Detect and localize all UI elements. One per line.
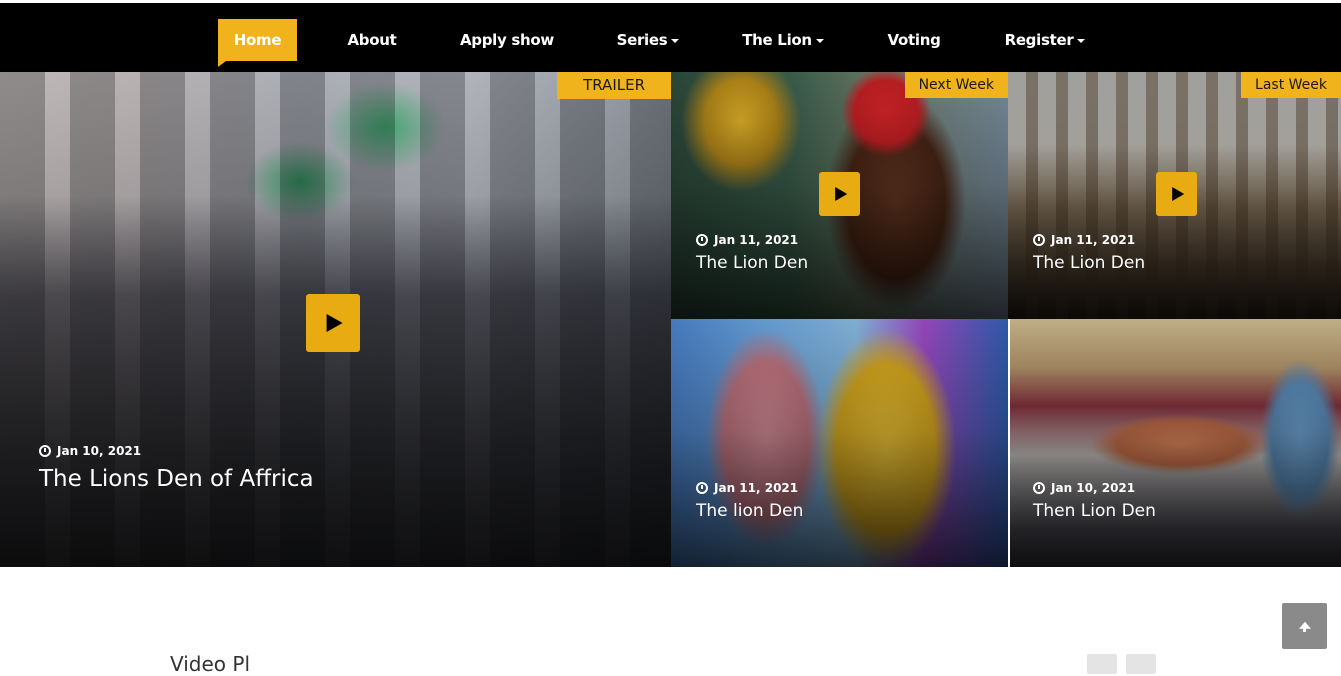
caret-down-icon	[815, 38, 824, 43]
post-date-text-3: Jan 11, 2021	[714, 481, 799, 495]
post-date-4: Jan 10, 2021	[1033, 481, 1156, 495]
featured-date: Jan 10, 2021	[39, 444, 314, 458]
post-date-2: Jan 11, 2021	[1033, 233, 1145, 247]
nav-voting[interactable]: Voting	[882, 19, 946, 61]
nav-voting-label: Voting	[887, 31, 941, 49]
featured-meta: Jan 10, 2021 The Lions Den of Affrica	[39, 444, 314, 492]
post-overlay-4	[1010, 319, 1341, 567]
nav-the-lion-label: The Lion	[742, 31, 812, 49]
slider-prev-button[interactable]	[1087, 654, 1117, 674]
nav-register-label: Register	[1004, 31, 1074, 49]
nav-about[interactable]: About	[340, 19, 404, 61]
post-card-1[interactable]: Next Week Jan 11, 2021 The Lion Den	[671, 72, 1008, 319]
scroll-to-top-button[interactable]	[1282, 603, 1327, 649]
nav-the-lion[interactable]: The Lion	[739, 19, 827, 61]
play-icon	[834, 187, 847, 201]
caret-down-icon	[1077, 38, 1086, 43]
post-meta-3: Jan 11, 2021 The lion Den	[696, 481, 803, 521]
post-card-3[interactable]: Jan 11, 2021 The lion Den	[671, 319, 1008, 567]
post-date-3: Jan 11, 2021	[696, 481, 803, 495]
nav-register[interactable]: Register	[1000, 19, 1090, 61]
trailer-badge: TRAILER	[557, 72, 671, 99]
post-card-2[interactable]: Last Week Jan 11, 2021 The Lion Den	[1008, 72, 1341, 319]
nav-series[interactable]: Series	[612, 19, 684, 61]
post-title-2[interactable]: The Lion Den	[1033, 253, 1145, 273]
post-meta-2: Jan 11, 2021 The Lion Den	[1033, 233, 1145, 273]
post-play-button-2[interactable]	[1156, 172, 1197, 216]
nav-about-label: About	[347, 31, 397, 49]
clock-icon	[696, 482, 708, 494]
post-card-4[interactable]: Jan 10, 2021 Then Lion Den	[1010, 319, 1341, 567]
nav-series-label: Series	[616, 31, 668, 49]
next-week-badge: Next Week	[904, 72, 1008, 98]
post-date-1: Jan 11, 2021	[696, 233, 808, 247]
arrow-up-stem	[1303, 627, 1306, 632]
last-week-badge: Last Week	[1241, 72, 1341, 98]
main-navbar: Home About Apply show Series The Lion Vo…	[0, 3, 1341, 72]
caret-down-icon	[671, 38, 680, 43]
post-date-text-4: Jan 10, 2021	[1051, 481, 1136, 495]
nav-apply-show-label: Apply show	[460, 31, 554, 49]
video-playlist-heading: Video Pl	[170, 652, 251, 676]
post-title-3[interactable]: The lion Den	[696, 501, 803, 521]
post-date-text-1: Jan 11, 2021	[714, 233, 799, 247]
post-play-button-1[interactable]	[819, 172, 860, 216]
nav-home-label: Home	[233, 31, 282, 49]
post-overlay-3	[671, 319, 1008, 567]
clock-icon	[1033, 482, 1045, 494]
clock-icon	[696, 234, 708, 246]
featured-post[interactable]: TRAILER Jan 10, 2021 The Lions Den of Af…	[0, 72, 671, 567]
featured-play-button[interactable]	[306, 294, 360, 352]
nav-home[interactable]: Home	[218, 19, 297, 67]
post-meta-1: Jan 11, 2021 The Lion Den	[696, 233, 808, 273]
post-meta-4: Jan 10, 2021 Then Lion Den	[1033, 481, 1156, 521]
nav-apply-show[interactable]: Apply show	[455, 19, 559, 61]
play-icon	[326, 314, 343, 332]
post-title-4[interactable]: Then Lion Den	[1033, 501, 1156, 521]
featured-date-text: Jan 10, 2021	[57, 444, 142, 458]
clock-icon	[39, 445, 51, 457]
play-icon	[1171, 187, 1184, 201]
post-title-1[interactable]: The Lion Den	[696, 253, 808, 273]
clock-icon	[1033, 234, 1045, 246]
slider-next-button[interactable]	[1126, 654, 1156, 674]
post-date-text-2: Jan 11, 2021	[1051, 233, 1136, 247]
featured-title[interactable]: The Lions Den of Affrica	[39, 466, 314, 492]
